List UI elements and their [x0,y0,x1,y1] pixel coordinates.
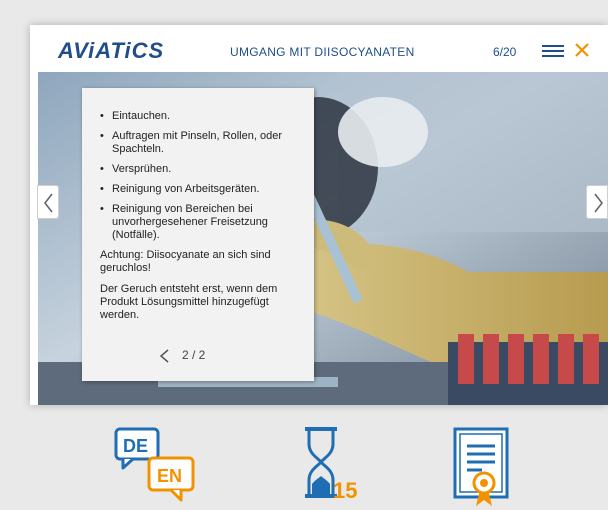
slide-counter: 6/20 [493,45,517,59]
menu-icon[interactable] [542,45,564,58]
certificate-icon[interactable] [452,426,510,508]
bullet-item: Auftragen mit Pinseln, Rollen, oder Spac… [100,130,300,156]
warning-note: Achtung: Diisocyanate an sich sind geruc… [100,249,271,274]
next-slide-button[interactable] [586,185,608,219]
header-bar: AViATiCS UMGANG MIT DIISOCYANATEN 6/20 [30,25,608,72]
timer-value: 15 [333,478,357,502]
course-title: UMGANG MIT DIISOCYANATEN [230,45,415,59]
chevron-right-icon [594,193,604,213]
chevron-left-icon [43,193,53,213]
bullet-list: Eintauchen. Auftragen mit Pinseln, Rolle… [100,110,300,242]
hourglass-icon[interactable]: 15 [303,426,359,502]
bullet-item: Versprühen. [100,163,300,176]
info-textbox: Eintauchen. Auftragen mit Pinseln, Rolle… [82,88,314,381]
bullet-item: Eintauchen. [100,110,300,123]
bullet-item: Reinigung von Bereichen bei unvorhergese… [100,203,300,242]
close-icon[interactable] [572,40,592,60]
pager-count: 2 / 2 [182,348,206,362]
logo: AViATiCS [58,38,165,63]
smell-note: Der Geruch entsteht erst, wenn dem Produ… [100,283,278,321]
lang-to-label: EN [157,466,182,486]
textbox-pager: 2 / 2 [158,346,238,366]
lang-from-label: DE [123,436,148,456]
language-switch-icon[interactable]: DE EN [113,426,199,504]
chevron-left-icon[interactable] [158,348,172,364]
bullet-item: Reinigung von Arbeitsgeräten. [100,183,300,196]
prev-slide-button[interactable] [37,185,59,219]
